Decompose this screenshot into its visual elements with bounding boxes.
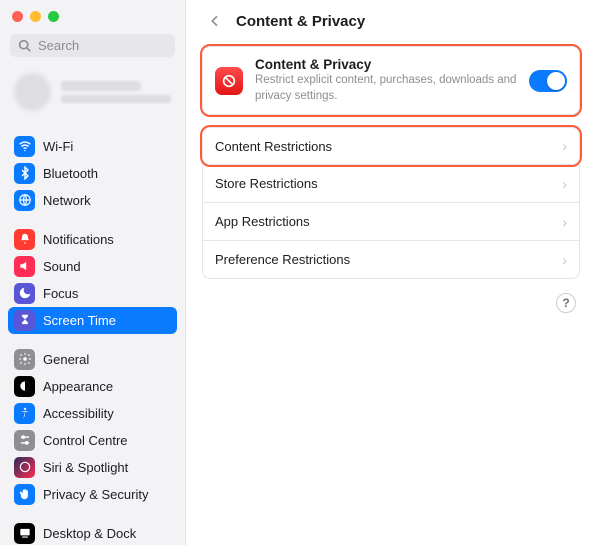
- sidebar-item-label: Sound: [43, 259, 81, 274]
- search-icon: [18, 39, 31, 52]
- content-privacy-title: Content & Privacy: [255, 57, 517, 72]
- sidebar-group-system: General Appearance Accessibility: [8, 346, 177, 508]
- speaker-icon: [14, 256, 35, 277]
- apple-id-profile[interactable]: [10, 69, 175, 115]
- sidebar-item-focus[interactable]: Focus: [8, 280, 177, 307]
- help-label: ?: [562, 296, 569, 310]
- appearance-icon: [14, 376, 35, 397]
- sidebar-item-label: Focus: [43, 286, 78, 301]
- restrictions-list: Content Restrictions › Store Restriction…: [202, 127, 580, 279]
- sidebar-item-label: Appearance: [43, 379, 113, 394]
- toggle-knob: [547, 72, 565, 90]
- row-store-restrictions[interactable]: Store Restrictions ›: [202, 165, 580, 203]
- hourglass-icon: [14, 310, 35, 331]
- sidebar-item-label: Siri & Spotlight: [43, 460, 128, 475]
- sidebar-item-label: Accessibility: [43, 406, 114, 421]
- row-label: Preference Restrictions: [215, 252, 350, 267]
- search-input[interactable]: [36, 37, 167, 54]
- sidebar-group-attention: Notifications Sound Focus: [8, 226, 177, 334]
- hand-icon: [14, 484, 35, 505]
- sidebar-item-label: General: [43, 352, 89, 367]
- accessibility-icon: [14, 403, 35, 424]
- profile-text: [61, 81, 171, 103]
- sidebar-item-sound[interactable]: Sound: [8, 253, 177, 280]
- sidebar-item-notifications[interactable]: Notifications: [8, 226, 177, 253]
- content-privacy-description: Restrict explicit content, purchases, do…: [255, 73, 517, 104]
- sidebar-item-label: Control Centre: [43, 433, 128, 448]
- siri-icon: [14, 457, 35, 478]
- sliders-icon: [14, 430, 35, 451]
- chevron-right-icon: ›: [562, 252, 567, 268]
- sidebar-item-label: Desktop & Dock: [43, 526, 136, 541]
- chevron-left-icon: [207, 13, 223, 29]
- minimise-window-button[interactable]: [30, 11, 41, 22]
- row-label: Store Restrictions: [215, 176, 318, 191]
- header: Content & Privacy: [202, 10, 580, 32]
- bell-icon: [14, 229, 35, 250]
- window-controls: [0, 8, 185, 30]
- help-button[interactable]: ?: [556, 293, 576, 313]
- sidebar-item-appearance[interactable]: Appearance: [8, 373, 177, 400]
- sidebar-group-display: Desktop & Dock Displays Wallpaper: [8, 520, 177, 545]
- sidebar-item-label: Network: [43, 193, 91, 208]
- sidebar-item-label: Bluetooth: [43, 166, 98, 181]
- back-button[interactable]: [204, 10, 226, 32]
- page-title: Content & Privacy: [236, 13, 365, 30]
- sidebar-item-label: Privacy & Security: [43, 487, 148, 502]
- sidebar-item-accessibility[interactable]: Accessibility: [8, 400, 177, 427]
- sidebar-item-screentime[interactable]: Screen Time: [8, 307, 177, 334]
- sidebar-item-privacy[interactable]: Privacy & Security: [8, 481, 177, 508]
- content-privacy-text: Content & Privacy Restrict explicit cont…: [255, 57, 517, 104]
- row-label: Content Restrictions: [215, 139, 332, 154]
- sidebar-item-siri[interactable]: Siri & Spotlight: [8, 454, 177, 481]
- sidebar-item-label: Screen Time: [43, 313, 116, 328]
- gear-icon: [14, 349, 35, 370]
- zoom-window-button[interactable]: [48, 11, 59, 22]
- sidebar-item-desktop[interactable]: Desktop & Dock: [8, 520, 177, 545]
- no-entry-icon: [215, 67, 243, 95]
- sidebar: Wi-Fi Bluetooth Network: [0, 0, 186, 545]
- sidebar-item-wifi[interactable]: Wi-Fi: [8, 133, 177, 160]
- sidebar-item-bluetooth[interactable]: Bluetooth: [8, 160, 177, 187]
- chevron-right-icon: ›: [562, 176, 567, 192]
- search-field[interactable]: [10, 34, 175, 57]
- row-app-restrictions[interactable]: App Restrictions ›: [202, 203, 580, 241]
- network-icon: [14, 190, 35, 211]
- sidebar-item-controlcentre[interactable]: Control Centre: [8, 427, 177, 454]
- sidebar-item-network[interactable]: Network: [8, 187, 177, 214]
- row-content-restrictions[interactable]: Content Restrictions ›: [202, 127, 580, 165]
- dock-icon: [14, 523, 35, 544]
- sidebar-group-network: Wi-Fi Bluetooth Network: [8, 133, 177, 214]
- bluetooth-icon: [14, 163, 35, 184]
- sidebar-list: Wi-Fi Bluetooth Network: [0, 121, 185, 545]
- moon-icon: [14, 283, 35, 304]
- close-window-button[interactable]: [12, 11, 23, 22]
- chevron-right-icon: ›: [562, 214, 567, 230]
- sidebar-item-label: Notifications: [43, 232, 114, 247]
- wifi-icon: [14, 136, 35, 157]
- content-privacy-toggle[interactable]: [529, 70, 567, 92]
- avatar: [14, 73, 51, 111]
- chevron-right-icon: ›: [562, 138, 567, 154]
- content-privacy-card: Content & Privacy Restrict explicit cont…: [202, 46, 580, 115]
- sidebar-item-general[interactable]: General: [8, 346, 177, 373]
- content-pane: Content & Privacy Content & Privacy Rest…: [186, 0, 600, 545]
- sidebar-item-label: Wi-Fi: [43, 139, 73, 154]
- row-preference-restrictions[interactable]: Preference Restrictions ›: [202, 241, 580, 279]
- row-label: App Restrictions: [215, 214, 310, 229]
